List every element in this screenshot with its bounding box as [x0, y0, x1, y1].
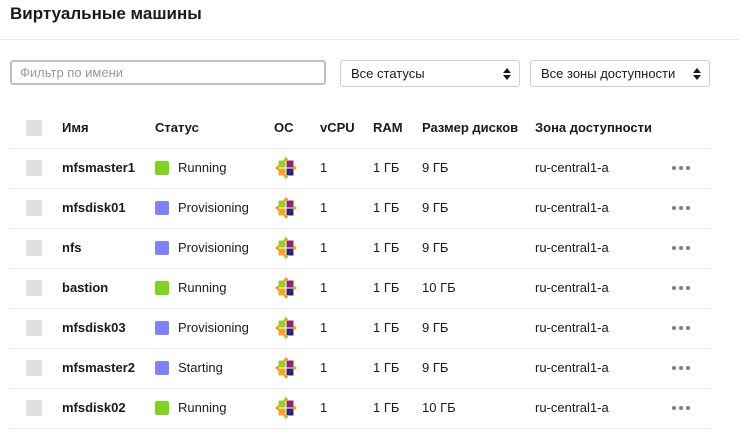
vm-zone: ru-central1-a [535, 320, 609, 335]
vm-ram: 1 ГБ [373, 280, 400, 295]
vm-ram: 1 ГБ [373, 240, 400, 255]
row-checkbox[interactable] [26, 360, 42, 376]
vm-zone: ru-central1-a [535, 160, 609, 175]
column-header-name[interactable]: Имя [62, 120, 89, 135]
row-checkbox[interactable] [26, 240, 42, 256]
vm-zone: ru-central1-a [535, 360, 609, 375]
vm-name[interactable]: mfsmaster2 [62, 360, 135, 375]
status-indicator [155, 281, 169, 295]
vm-name[interactable]: mfsdisk02 [62, 400, 126, 415]
vm-ram: 1 ГБ [373, 320, 400, 335]
column-header-disk-size[interactable]: Размер дисков [422, 120, 518, 135]
vm-zone: ru-central1-a [535, 200, 609, 215]
vm-ram: 1 ГБ [373, 200, 400, 215]
vm-vcpu: 1 [320, 320, 328, 335]
vm-status: Running [178, 160, 227, 175]
status-indicator [155, 161, 169, 175]
vm-name[interactable]: mfsdisk01 [62, 200, 126, 215]
vm-name[interactable]: mfsmaster1 [62, 160, 135, 175]
more-actions-icon[interactable] [672, 405, 692, 411]
centos-icon [273, 395, 299, 421]
status-filter-select[interactable]: Все статусы [340, 60, 520, 87]
vm-status: Provisioning [178, 240, 249, 255]
select-all-checkbox[interactable] [26, 120, 42, 136]
row-divider [10, 148, 710, 149]
vm-vcpu: 1 [320, 200, 328, 215]
row-checkbox[interactable] [26, 280, 42, 296]
status-indicator [155, 361, 169, 375]
more-actions-icon[interactable] [672, 365, 692, 371]
vm-name[interactable]: mfsdisk03 [62, 320, 126, 335]
vm-disk-size: 9 ГБ [422, 160, 449, 175]
row-divider [10, 308, 710, 309]
row-divider [10, 428, 710, 429]
vm-disk-size: 10 ГБ [422, 400, 456, 415]
more-actions-icon[interactable] [672, 325, 692, 331]
vm-disk-size: 9 ГБ [422, 200, 449, 215]
select-arrows-icon [693, 68, 701, 80]
more-actions-icon[interactable] [672, 285, 692, 291]
name-filter-input[interactable] [10, 60, 326, 85]
vm-disk-size: 9 ГБ [422, 320, 449, 335]
centos-icon [273, 235, 299, 261]
vm-zone: ru-central1-a [535, 400, 609, 415]
row-checkbox[interactable] [26, 160, 42, 176]
status-filter-value: Все статусы [351, 66, 425, 81]
page-title: Виртуальные машины [10, 4, 202, 23]
vm-ram: 1 ГБ [373, 400, 400, 415]
vm-status: Provisioning [178, 320, 249, 335]
select-arrows-icon [503, 68, 511, 80]
vm-ram: 1 ГБ [373, 160, 400, 175]
status-indicator [155, 241, 169, 255]
row-divider [10, 348, 710, 349]
vm-disk-size: 10 ГБ [422, 280, 456, 295]
vm-status: Running [178, 280, 227, 295]
more-actions-icon[interactable] [672, 245, 692, 251]
centos-icon [273, 315, 299, 341]
vm-name[interactable]: bastion [62, 280, 108, 295]
vm-vcpu: 1 [320, 240, 328, 255]
vm-status: Running [178, 400, 227, 415]
vm-zone: ru-central1-a [535, 240, 609, 255]
zone-filter-value: Все зоны доступности [541, 66, 676, 81]
row-checkbox[interactable] [26, 200, 42, 216]
centos-icon [273, 195, 299, 221]
centos-icon [273, 275, 299, 301]
row-divider [10, 388, 710, 389]
page-header: Виртуальные машины [0, 0, 739, 40]
vm-vcpu: 1 [320, 160, 328, 175]
more-actions-icon[interactable] [672, 165, 692, 171]
column-header-zone[interactable]: Зона доступности [535, 120, 652, 135]
zone-filter-select[interactable]: Все зоны доступности [530, 60, 710, 87]
column-header-os[interactable]: ОС [274, 120, 294, 135]
column-header-status[interactable]: Статус [155, 120, 199, 135]
row-divider [10, 268, 710, 269]
row-divider [10, 188, 710, 189]
vm-status: Starting [178, 360, 223, 375]
vm-name[interactable]: nfs [62, 240, 82, 255]
status-indicator [155, 321, 169, 335]
vm-status: Provisioning [178, 200, 249, 215]
status-indicator [155, 401, 169, 415]
vm-vcpu: 1 [320, 280, 328, 295]
centos-icon [273, 155, 299, 181]
row-checkbox[interactable] [26, 320, 42, 336]
vm-disk-size: 9 ГБ [422, 360, 449, 375]
vm-zone: ru-central1-a [535, 280, 609, 295]
column-header-vcpu[interactable]: vCPU [320, 120, 355, 135]
more-actions-icon[interactable] [672, 205, 692, 211]
vm-vcpu: 1 [320, 400, 328, 415]
vm-ram: 1 ГБ [373, 360, 400, 375]
vm-disk-size: 9 ГБ [422, 240, 449, 255]
status-indicator [155, 201, 169, 215]
centos-icon [273, 355, 299, 381]
row-divider [10, 228, 710, 229]
column-header-ram[interactable]: RAM [373, 120, 403, 135]
row-checkbox[interactable] [26, 400, 42, 416]
vm-vcpu: 1 [320, 360, 328, 375]
